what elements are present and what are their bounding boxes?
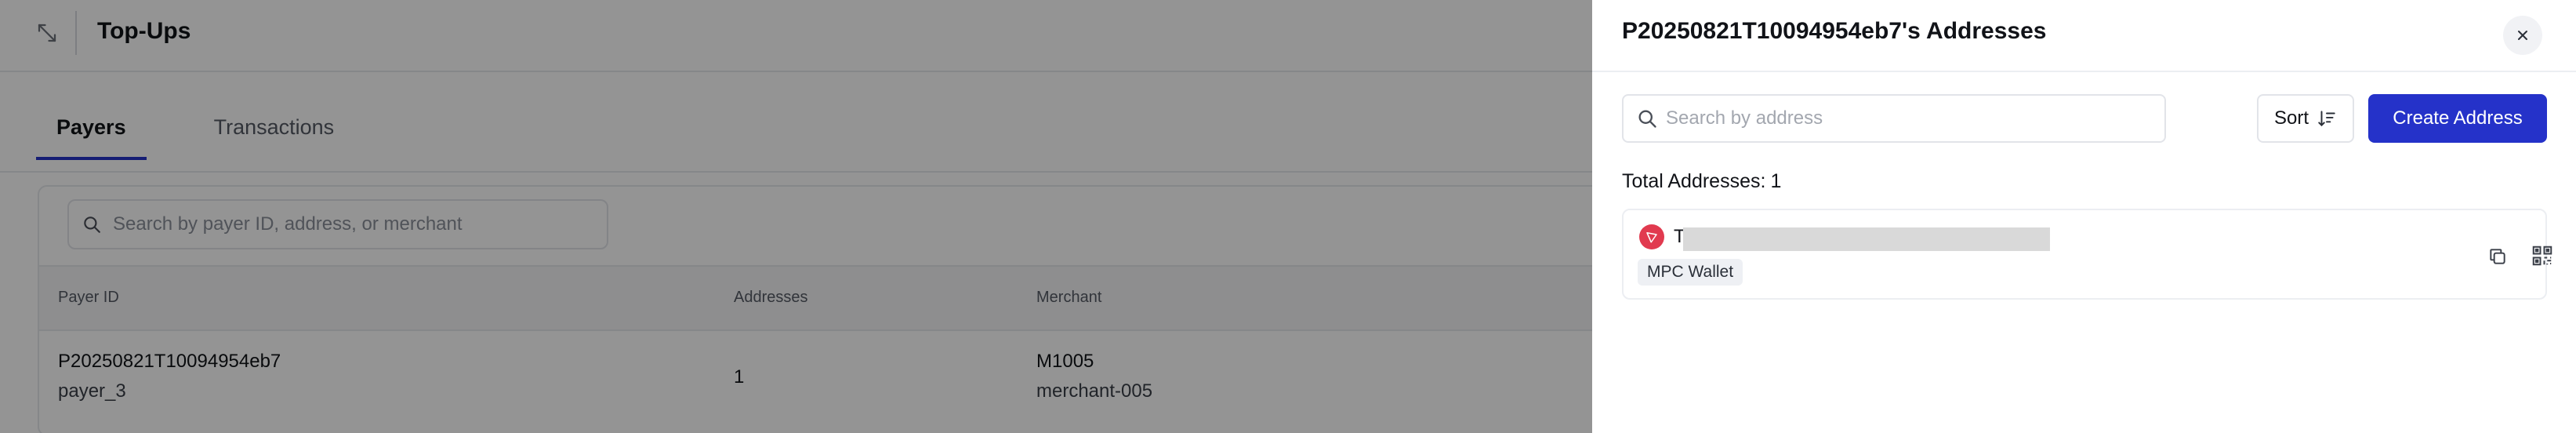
address-card: T MPC Wallet bbox=[1622, 209, 2552, 300]
wallet-type-badge: MPC Wallet bbox=[1638, 259, 1743, 286]
create-address-button[interactable]: Create Address bbox=[2368, 94, 2547, 143]
sort-label: Sort bbox=[2273, 107, 2309, 129]
total-addresses-count: 1 bbox=[1770, 170, 1782, 192]
tron-icon bbox=[1639, 224, 1664, 249]
address-redaction bbox=[1683, 227, 2050, 251]
close-button[interactable] bbox=[2503, 16, 2542, 55]
address-search-field[interactable] bbox=[1622, 94, 2166, 143]
total-addresses: Total Addresses: 1 bbox=[1622, 168, 1781, 195]
sort-button[interactable]: Sort bbox=[2257, 94, 2354, 143]
qr-code-button[interactable] bbox=[2528, 242, 2556, 270]
sort-icon bbox=[2318, 111, 2335, 127]
create-address-label: Create Address bbox=[2393, 107, 2523, 129]
drawer-title: P20250821T10094954eb7's Addresses bbox=[1622, 18, 2047, 44]
copy-icon bbox=[2490, 249, 2505, 264]
close-icon bbox=[2518, 31, 2527, 40]
addresses-drawer: P20250821T10094954eb7's Addresses Sort C… bbox=[1592, 0, 2576, 433]
search-icon bbox=[1638, 110, 1656, 128]
qr-code-icon bbox=[2532, 246, 2552, 266]
address-search-input[interactable] bbox=[1666, 107, 2152, 129]
copy-address-button[interactable] bbox=[2484, 243, 2511, 270]
total-addresses-label: Total Addresses: bbox=[1622, 170, 1766, 192]
drawer-header: P20250821T10094954eb7's Addresses bbox=[1592, 0, 2576, 72]
